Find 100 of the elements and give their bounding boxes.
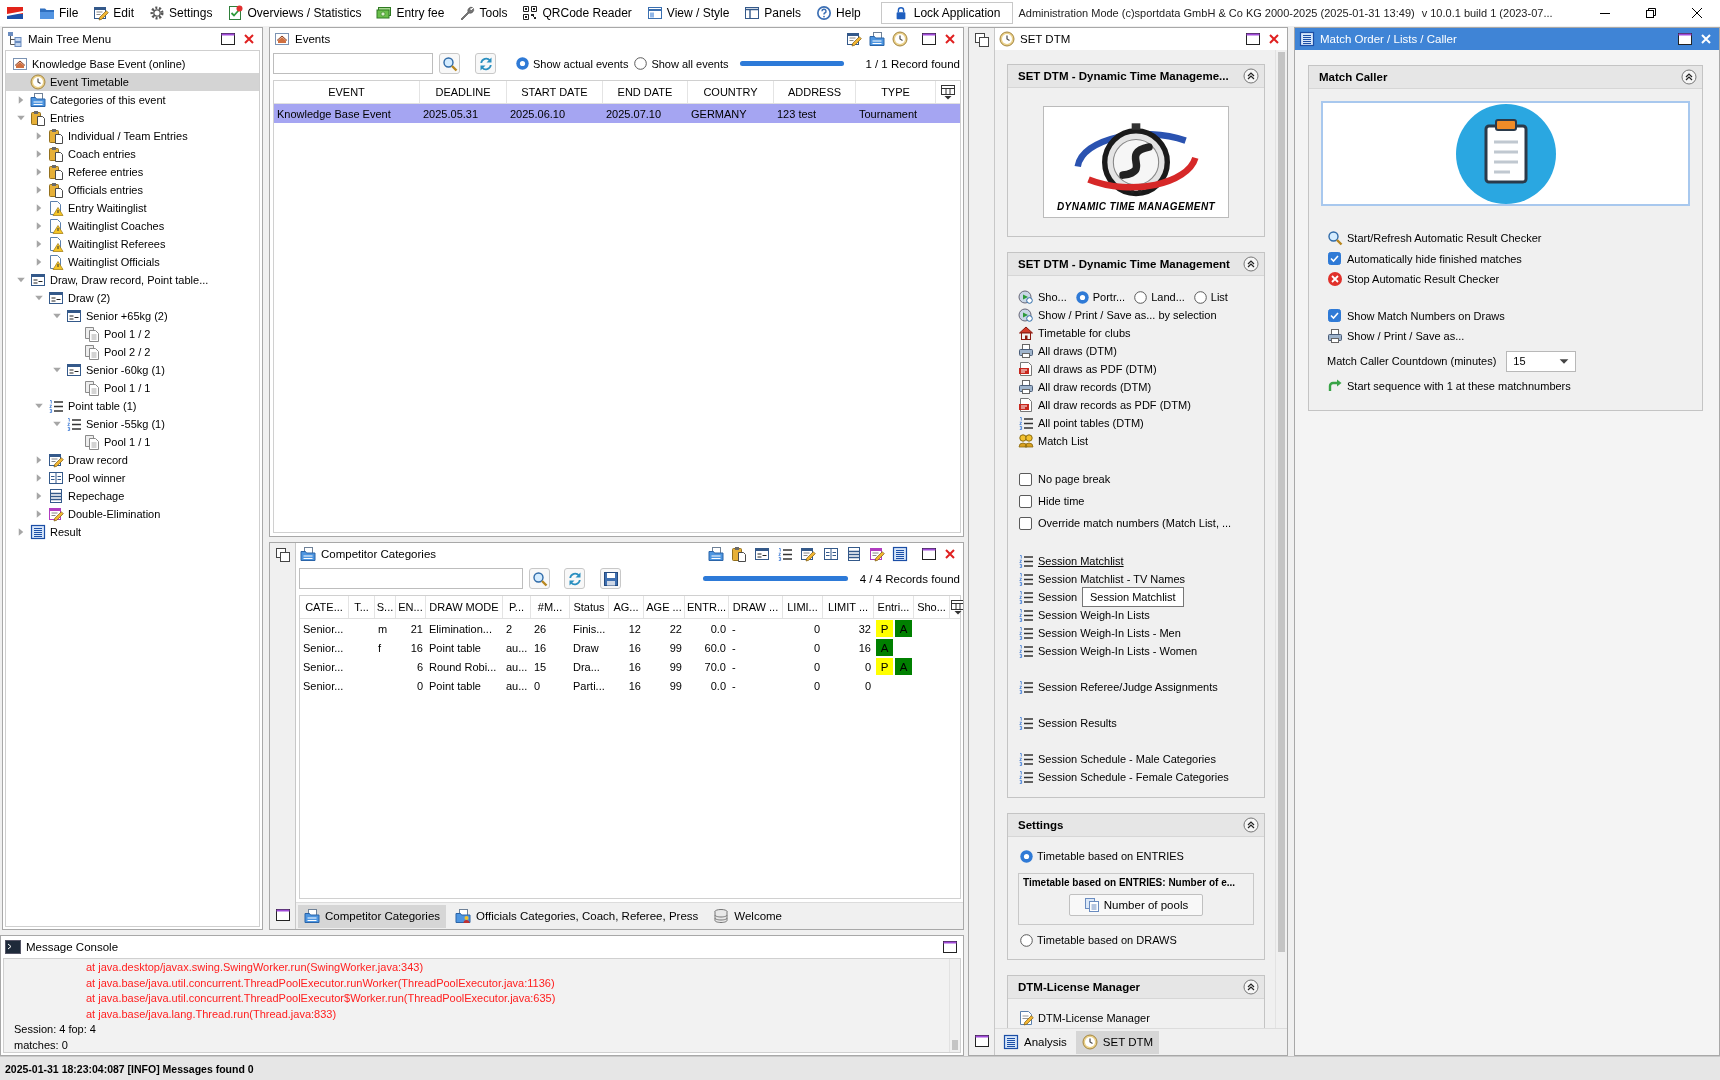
column-header[interactable]: Status bbox=[570, 596, 609, 618]
refresh-button[interactable] bbox=[564, 568, 586, 589]
maximize-icon[interactable] bbox=[274, 907, 291, 923]
tab[interactable]: Competitor Categories bbox=[298, 904, 447, 928]
scrollbar-thumb[interactable] bbox=[1278, 52, 1285, 952]
tree-item[interactable]: Referee entries bbox=[6, 163, 148, 181]
pencil-document-icon[interactable] bbox=[846, 31, 862, 47]
menu-item[interactable]: QRCode Reader bbox=[522, 5, 632, 21]
column-header[interactable]: DRAW MODE bbox=[426, 596, 503, 618]
column-header[interactable]: TYPE bbox=[856, 81, 936, 103]
number-of-pools-button[interactable]: Number of pools bbox=[1068, 894, 1204, 916]
radio-button[interactable] bbox=[1193, 290, 1207, 304]
table-row[interactable]: Knowledge Base Event 2025.05.31 2025.06.10 2025.07.10 GERMANY 123 test Tournament bbox=[274, 104, 960, 123]
radio-option[interactable]: List bbox=[1193, 290, 1228, 304]
column-header[interactable]: AG... bbox=[609, 596, 644, 618]
column-header[interactable]: LIMIT ... bbox=[823, 596, 874, 618]
radio-option[interactable]: Land... bbox=[1134, 290, 1185, 304]
close-icon[interactable] bbox=[1689, 5, 1705, 21]
menu-item[interactable]: Help bbox=[816, 5, 861, 21]
menu-link[interactable]: DTM-License Manager bbox=[1018, 1009, 1150, 1027]
search-field[interactable] bbox=[273, 53, 433, 74]
column-header[interactable]: ADDRESS bbox=[774, 81, 856, 103]
tree-item[interactable]: Double-Elimination bbox=[6, 505, 165, 523]
double-chevron-up-icon[interactable] bbox=[1243, 817, 1259, 833]
menu-link[interactable]: Session Matchlist bbox=[1018, 552, 1124, 570]
checkbox-option[interactable]: Automatically hide finished matches bbox=[1327, 248, 1522, 269]
menu-link[interactable]: Session Matchlist - TV Names bbox=[1018, 570, 1186, 588]
menu-link[interactable]: Session Schedule - Female Categories bbox=[1018, 768, 1229, 786]
column-header[interactable]: LIMI... bbox=[783, 596, 823, 618]
tree-item[interactable]: Waitinglist Referees bbox=[6, 235, 170, 253]
menu-item[interactable]: Edit bbox=[93, 5, 135, 21]
tree-item[interactable]: Draw record bbox=[6, 451, 132, 469]
search-button[interactable] bbox=[439, 53, 460, 74]
maximize-icon[interactable] bbox=[921, 31, 937, 47]
tree-item[interactable]: Event Timetable bbox=[6, 73, 259, 91]
restore-icon[interactable] bbox=[1643, 5, 1659, 21]
menu-link[interactable]: Session Weigh-In Lists - Women bbox=[1018, 642, 1198, 660]
pencil-document-icon[interactable] bbox=[869, 546, 885, 562]
clock-icon[interactable] bbox=[892, 31, 908, 47]
tree-item[interactable]: Coach entries bbox=[6, 145, 140, 163]
maximize-icon[interactable] bbox=[220, 31, 236, 47]
grid-icon[interactable] bbox=[823, 546, 839, 562]
menu-link[interactable]: Sho... bbox=[1018, 288, 1067, 306]
radio-option[interactable]: Show all events bbox=[634, 57, 729, 70]
clipboard-icon[interactable] bbox=[731, 546, 747, 562]
menu-item[interactable]: Tools bbox=[459, 5, 508, 21]
radio-button[interactable] bbox=[516, 57, 529, 70]
radio-option[interactable]: Show actual events bbox=[516, 57, 629, 70]
column-header[interactable]: T... bbox=[349, 596, 375, 618]
overlapping-windows-icon[interactable] bbox=[973, 32, 990, 48]
menu-link[interactable]: Session Weigh-In Lists - Men bbox=[1018, 624, 1181, 642]
menu-link[interactable]: All draws (DTM) bbox=[1018, 342, 1117, 360]
menu-link[interactable]: Start sequence with 1 at these matchnumbers bbox=[1327, 375, 1571, 396]
column-header[interactable]: S... bbox=[375, 596, 396, 618]
flag-icon[interactable] bbox=[7, 5, 23, 21]
double-chevron-up-icon[interactable] bbox=[1243, 68, 1259, 84]
menu-link[interactable]: Session Weigh-In Lists bbox=[1018, 606, 1150, 624]
maximize-icon[interactable] bbox=[1677, 31, 1693, 47]
checkbox[interactable] bbox=[1019, 516, 1032, 530]
tree-item[interactable]: Point table (1) bbox=[6, 397, 141, 415]
column-header[interactable]: Entri... bbox=[874, 596, 914, 618]
column-chooser-icon[interactable] bbox=[950, 599, 963, 615]
column-header[interactable]: AGE ... bbox=[644, 596, 685, 618]
tree-item[interactable]: Individual / Team Entries bbox=[6, 127, 192, 145]
column-header[interactable]: EN... bbox=[396, 596, 426, 618]
tree-item[interactable]: Categories of this event bbox=[6, 91, 170, 109]
list-window-icon[interactable] bbox=[754, 546, 770, 562]
tab[interactable]: Analysis bbox=[997, 1030, 1073, 1054]
menu-link[interactable]: All point tables (DTM) bbox=[1018, 414, 1144, 432]
checkbox[interactable] bbox=[1328, 252, 1341, 266]
radio-button[interactable] bbox=[634, 57, 648, 70]
tab[interactable]: Officials Categories, Coach, Referee, Press bbox=[449, 904, 705, 928]
save-button[interactable] bbox=[600, 568, 622, 589]
tree-item[interactable]: Pool winner bbox=[6, 469, 130, 487]
tree-item[interactable]: Result bbox=[6, 523, 86, 541]
checkbox[interactable] bbox=[1019, 472, 1032, 486]
radio-button[interactable] bbox=[1020, 933, 1033, 947]
menu-link[interactable]: All draw records as PDF (DTM) bbox=[1018, 396, 1191, 414]
column-header[interactable]: START DATE bbox=[507, 81, 603, 103]
refresh-button[interactable] bbox=[475, 53, 496, 74]
tree-item[interactable]: Senior -55kg (1) bbox=[6, 415, 169, 433]
double-chevron-up-icon[interactable] bbox=[1681, 69, 1697, 85]
column-header[interactable]: #M... bbox=[531, 596, 570, 618]
checkbox-option[interactable]: Show Match Numbers on Draws bbox=[1327, 305, 1505, 326]
tree-item[interactable]: Entry Waitinglist bbox=[6, 199, 151, 217]
stacked-bars-icon[interactable] bbox=[846, 546, 862, 562]
search-field[interactable] bbox=[299, 568, 524, 589]
radio-option[interactable]: Portr... bbox=[1075, 290, 1126, 304]
tree-item[interactable]: Senior +65kg (2) bbox=[6, 307, 172, 325]
column-header[interactable]: DRAW ... bbox=[729, 596, 783, 618]
menu-item[interactable]: Overviews / Statistics bbox=[227, 5, 362, 21]
checkbox[interactable] bbox=[1019, 494, 1032, 508]
checkbox-option[interactable]: Override match numbers (Match List, ... bbox=[1018, 512, 1232, 534]
menu-link[interactable]: Show / Print / Save as... by selection bbox=[1018, 306, 1217, 324]
menu-link[interactable]: All draw records (DTM) bbox=[1018, 378, 1152, 396]
tree-item[interactable]: Pool 1 / 1 bbox=[6, 433, 155, 451]
tree-item[interactable]: Repechage bbox=[6, 487, 129, 505]
tab[interactable]: Welcome bbox=[707, 904, 788, 928]
tree-item[interactable]: Pool 2 / 2 bbox=[6, 343, 155, 361]
column-chooser-icon[interactable] bbox=[940, 84, 956, 100]
